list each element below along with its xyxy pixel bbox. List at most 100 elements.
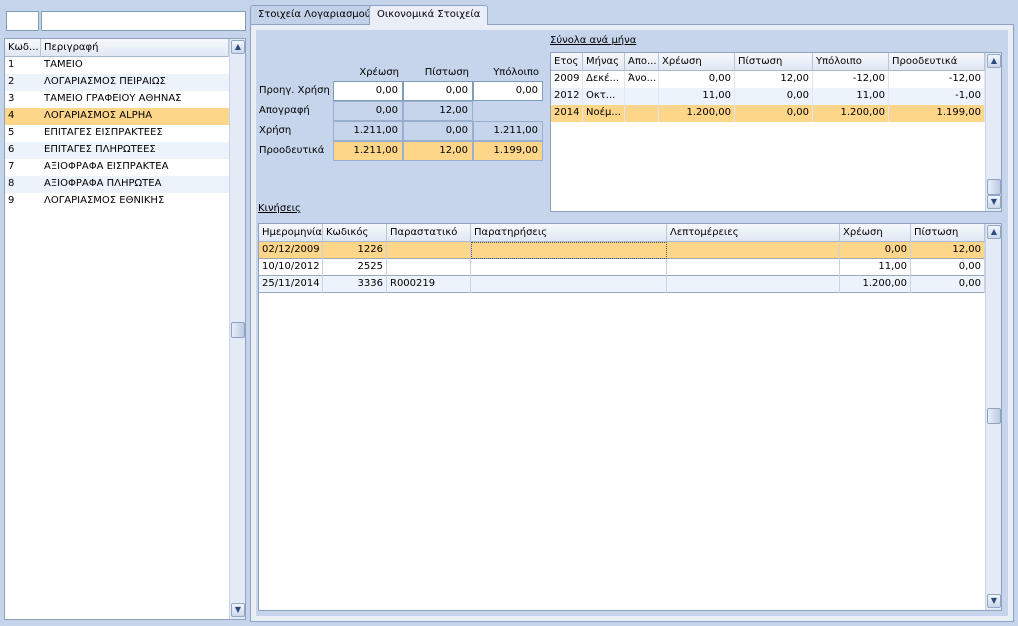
account-code-cell: 5 — [8, 127, 15, 138]
accounts-grid-header: Κωδ... Περιγραφή — [5, 39, 229, 57]
financial-panel-body: Χρέωση Πίστωση Υπόλοιπο Προηγ. Χρήση 0,00… — [256, 30, 1008, 616]
movements-grid-header: Ημερομηνία Κωδικός Παραστατικό Παρατηρήσ… — [259, 224, 985, 242]
account-description-cell: ΛΟΓΑΡΙΑΣΜΟΣ ΠΕΙΡΑΙΩΣ — [44, 76, 166, 87]
column-header-credit[interactable]: Πίστωση — [735, 53, 813, 71]
summary-balance-cell[interactable]: 0,00 — [473, 81, 543, 101]
monthly-grid-header: Ετος Μήνας Απο... Χρέωση Πίστωση Υπόλοιπ… — [551, 53, 985, 71]
column-header-code[interactable]: Κωδ... — [5, 39, 41, 57]
chevron-up-icon[interactable]: ▲ — [987, 54, 1001, 68]
account-row[interactable]: 1 ΤΑΜΕΙΟ — [5, 57, 229, 74]
account-row[interactable]: 4 ΛΟΓΑΡΙΑΣΜΟΣ ALPHA — [5, 108, 229, 125]
summary-credit-cell[interactable]: 0,00 — [403, 81, 473, 101]
movement-credit-cell: 0,00 — [911, 259, 985, 276]
tab-account-details[interactable]: Στοιχεία Λογαριασμού — [250, 5, 379, 24]
summary-debit-cell: 1.211,00 — [333, 141, 403, 161]
movements-scrollbar[interactable]: ▲ ▼ — [985, 224, 1001, 610]
account-row[interactable]: 9 ΛΟΓΑΡΙΑΣΜΟΣ ΕΘΝΙΚΗΣ — [5, 193, 229, 210]
movement-credit-cell: 0,00 — [911, 276, 985, 293]
account-code-cell: 2 — [8, 76, 15, 87]
movement-doc-cell — [387, 242, 471, 259]
monthly-credit-cell: 12,00 — [735, 71, 813, 88]
movement-code-cell: 1226 — [323, 242, 387, 259]
chevron-down-icon[interactable]: ▼ — [987, 594, 1001, 608]
column-header-year[interactable]: Ετος — [551, 53, 583, 71]
monthly-progressive-cell: -1,00 — [889, 88, 985, 105]
monthly-apo-cell: Άνο... — [625, 71, 659, 88]
account-row[interactable]: 5 ΕΠΙΤΑΓΕΣ ΕΙΣΠΡΑΚΤΕΕΣ — [5, 125, 229, 142]
chevron-down-icon[interactable]: ▼ — [231, 603, 245, 617]
account-row[interactable]: 8 ΑΞΙΟΦΡΑΦΑ ΠΛΗΡΩΤΕΑ — [5, 176, 229, 193]
column-header-date[interactable]: Ημερομηνία — [259, 224, 323, 242]
financial-panel: Χρέωση Πίστωση Υπόλοιπο Προηγ. Χρήση 0,00… — [250, 24, 1014, 622]
movement-row[interactable]: 02/12/2009 1226 0,00 12,00 — [259, 242, 985, 259]
summary-credit-cell: 0,00 — [403, 121, 473, 141]
summary-debit-cell[interactable]: 0,00 — [333, 81, 403, 101]
monthly-row[interactable]: 2014 Νοέμ... 1.200,00 0,00 1.200,00 1.199,00 — [551, 105, 985, 122]
movements-title: Κινήσεις — [258, 203, 301, 214]
column-header-progressive[interactable]: Προοδευτικά — [889, 53, 985, 71]
description-filter-input[interactable] — [41, 11, 246, 31]
column-header-debit[interactable]: Χρέωση — [840, 224, 911, 242]
account-description-cell: ΛΟΓΑΡΙΑΣΜΟΣ ΕΘΝΙΚΗΣ — [44, 195, 165, 206]
monthly-year-cell: 2014 — [551, 105, 583, 122]
column-header-code[interactable]: Κωδικός — [323, 224, 387, 242]
movement-date-cell: 25/11/2014 — [259, 276, 323, 293]
summary-balance-cell: 1.199,00 — [473, 141, 543, 161]
account-code-cell: 6 — [8, 144, 15, 155]
column-header-debit[interactable]: Χρέωση — [659, 53, 735, 71]
chevron-up-icon[interactable]: ▲ — [987, 225, 1001, 239]
account-description-cell: ΤΑΜΕΙΟ — [44, 59, 83, 70]
column-header-credit[interactable]: Πίστωση — [911, 224, 985, 242]
account-row[interactable]: 3 ΤΑΜΕΙΟ ΓΡΑΦΕΙΟΥ ΑΘΗΝΑΣ — [5, 91, 229, 108]
movement-debit-cell: 0,00 — [840, 242, 911, 259]
scroll-thumb[interactable] — [231, 322, 245, 338]
monthly-balance-cell: -12,00 — [813, 71, 889, 88]
movement-row[interactable]: 10/10/2012 2525 11,00 0,00 — [259, 259, 985, 276]
monthly-row[interactable]: 2012 Οκτ... 11,00 0,00 11,00 -1,00 — [551, 88, 985, 105]
summary-row-label: Χρήση — [259, 125, 292, 136]
summary-debit-cell: 1.211,00 — [333, 121, 403, 141]
movement-doc-cell — [387, 259, 471, 276]
column-header-document[interactable]: Παραστατικό — [387, 224, 471, 242]
monthly-debit-cell: 0,00 — [659, 71, 735, 88]
column-header-balance[interactable]: Υπόλοιπο — [813, 53, 889, 71]
account-row[interactable]: 2 ΛΟΓΑΡΙΑΣΜΟΣ ΠΕΙΡΑΙΩΣ — [5, 74, 229, 91]
monthly-scrollbar[interactable]: ▲ ▼ — [985, 53, 1001, 211]
movement-row[interactable]: 25/11/2014 3336 R000219 1.200,00 0,00 — [259, 276, 985, 293]
movement-notes-cell — [471, 242, 667, 259]
monthly-credit-cell: 0,00 — [735, 88, 813, 105]
chevron-up-icon[interactable]: ▲ — [231, 40, 245, 54]
account-row[interactable]: 7 ΑΞΙΟΦΡΑΦΑ ΕΙΣΠΡΑΚΤΕΑ — [5, 159, 229, 176]
account-code-cell: 7 — [8, 161, 15, 172]
summary-header-debit: Χρέωση — [359, 67, 399, 78]
summary-row-label: Απογραφή — [259, 105, 310, 116]
column-header-apo[interactable]: Απο... — [625, 53, 659, 71]
column-header-description[interactable]: Περιγραφή — [41, 39, 229, 57]
tab-financial-details[interactable]: Οικονομικά Στοιχεία — [369, 5, 489, 25]
movement-code-cell: 2525 — [323, 259, 387, 276]
account-description-cell: ΕΠΙΤΑΓΕΣ ΠΛΗΡΩΤΕΕΣ — [44, 144, 156, 155]
account-row[interactable]: 6 ΕΠΙΤΑΓΕΣ ΠΛΗΡΩΤΕΕΣ — [5, 142, 229, 159]
monthly-row[interactable]: 2009 Δεκέ... Άνο... 0,00 12,00 -12,00 -12,00 — [551, 71, 985, 88]
monthly-month-cell: Οκτ... — [583, 88, 625, 105]
account-description-cell: ΤΑΜΕΙΟ ΓΡΑΦΕΙΟΥ ΑΘΗΝΑΣ — [44, 93, 182, 104]
account-description-cell: ΑΞΙΟΦΡΑΦΑ ΠΛΗΡΩΤΕΑ — [44, 178, 162, 189]
summary-debit-cell: 0,00 — [333, 101, 403, 121]
summary-credit-cell: 12,00 — [403, 101, 473, 121]
monthly-year-cell: 2012 — [551, 88, 583, 105]
monthly-totals-grid: Ετος Μήνας Απο... Χρέωση Πίστωση Υπόλοιπ… — [550, 52, 1002, 212]
code-filter-input[interactable] — [6, 11, 39, 31]
column-header-notes[interactable]: Παρατηρήσεις — [471, 224, 667, 242]
summary-row-label: Προηγ. Χρήση — [259, 85, 330, 96]
summary-header-credit: Πίστωση — [424, 67, 469, 78]
column-header-details[interactable]: Λεπτομέρειες — [667, 224, 840, 242]
accounts-scrollbar[interactable]: ▲ ▼ — [229, 39, 245, 619]
monthly-progressive-cell: 1.199,00 — [889, 105, 985, 122]
scroll-thumb[interactable] — [987, 408, 1001, 424]
scroll-thumb[interactable] — [987, 179, 1001, 195]
movement-debit-cell: 1.200,00 — [840, 276, 911, 293]
chevron-down-icon[interactable]: ▼ — [987, 195, 1001, 209]
column-header-month[interactable]: Μήνας — [583, 53, 625, 71]
account-code-cell: 4 — [8, 110, 15, 121]
movement-code-cell: 3336 — [323, 276, 387, 293]
